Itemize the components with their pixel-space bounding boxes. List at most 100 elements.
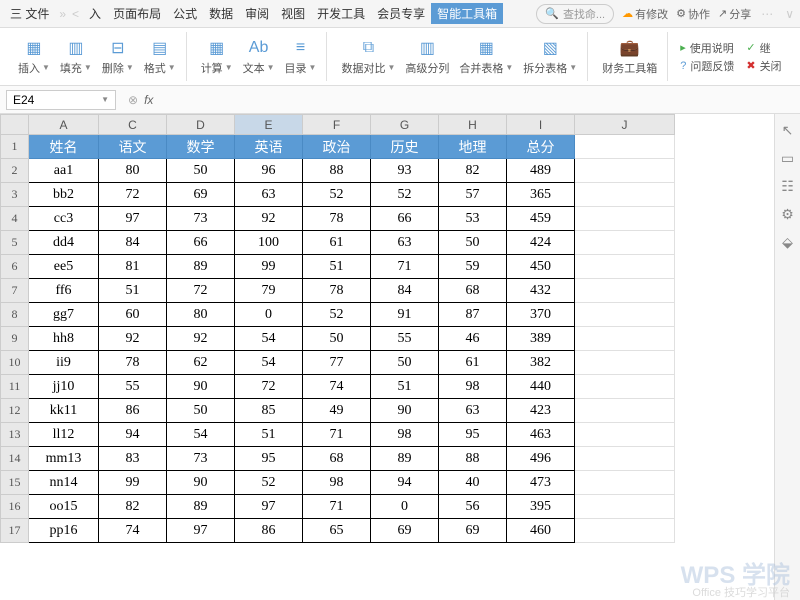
cell[interactable]: 89 (371, 447, 439, 471)
bucket-icon[interactable]: ⬙ (780, 234, 796, 250)
cell[interactable]: 40 (439, 471, 507, 495)
cell[interactable]: 49 (303, 399, 371, 423)
cell[interactable]: 62 (167, 351, 235, 375)
cell[interactable] (575, 423, 675, 447)
cell[interactable]: 96 (235, 159, 303, 183)
row-header[interactable]: 17 (1, 519, 29, 543)
cell[interactable] (575, 303, 675, 327)
cell[interactable] (575, 495, 675, 519)
cell[interactable]: oo15 (29, 495, 99, 519)
cell[interactable]: 91 (371, 303, 439, 327)
cell[interactable]: 52 (303, 183, 371, 207)
cell[interactable]: 历史 (371, 135, 439, 159)
cell[interactable]: 423 (507, 399, 575, 423)
row-header[interactable]: 6 (1, 255, 29, 279)
text-button[interactable]: Ab文本▼ (239, 36, 279, 78)
cell[interactable]: 50 (303, 327, 371, 351)
cell[interactable]: ff6 (29, 279, 99, 303)
cell[interactable]: 389 (507, 327, 575, 351)
cell[interactable] (575, 207, 675, 231)
cell[interactable]: 政治 (303, 135, 371, 159)
cell[interactable]: 51 (235, 423, 303, 447)
cell[interactable]: 365 (507, 183, 575, 207)
cell[interactable]: 60 (99, 303, 167, 327)
cell[interactable] (575, 351, 675, 375)
cell[interactable]: 98 (303, 471, 371, 495)
cell[interactable]: 68 (439, 279, 507, 303)
col-header-G[interactable]: G (371, 115, 439, 135)
cell[interactable]: 81 (99, 255, 167, 279)
feedback-button[interactable]: ?问题反馈 (680, 58, 734, 74)
cell[interactable]: dd4 (29, 231, 99, 255)
cell[interactable]: 63 (235, 183, 303, 207)
cell[interactable] (575, 279, 675, 303)
finance-button[interactable]: 💼财务工具箱 (598, 36, 661, 78)
cell[interactable]: 92 (99, 327, 167, 351)
cell[interactable]: 英语 (235, 135, 303, 159)
cell[interactable]: 50 (167, 399, 235, 423)
row-header[interactable]: 5 (1, 231, 29, 255)
menu-tab-0[interactable]: 入 (83, 3, 107, 24)
cell[interactable]: ii9 (29, 351, 99, 375)
cell[interactable]: 57 (439, 183, 507, 207)
row-header[interactable]: 2 (1, 159, 29, 183)
col-header-D[interactable]: D (167, 115, 235, 135)
cell[interactable]: 86 (235, 519, 303, 543)
row-header[interactable]: 13 (1, 423, 29, 447)
cell[interactable]: 489 (507, 159, 575, 183)
col-header-I[interactable]: I (507, 115, 575, 135)
cell[interactable]: kk11 (29, 399, 99, 423)
row-header[interactable]: 8 (1, 303, 29, 327)
row-header[interactable]: 3 (1, 183, 29, 207)
cell[interactable]: 92 (235, 207, 303, 231)
cell[interactable]: 87 (439, 303, 507, 327)
collab-button[interactable]: ⚙协作 (676, 6, 710, 22)
cell[interactable]: 50 (439, 231, 507, 255)
cell[interactable]: 86 (99, 399, 167, 423)
collapse-icon[interactable]: ∨ (783, 7, 796, 21)
cell[interactable]: 69 (167, 183, 235, 207)
select-all-corner[interactable] (1, 115, 29, 135)
calc-button[interactable]: ▦计算▼ (197, 36, 237, 78)
file-menu[interactable]: 三 文件 (4, 3, 55, 24)
cell[interactable]: 71 (303, 423, 371, 447)
cell[interactable]: 72 (167, 279, 235, 303)
cell[interactable]: 地理 (439, 135, 507, 159)
cell[interactable]: 总分 (507, 135, 575, 159)
cell[interactable]: 95 (235, 447, 303, 471)
cell[interactable]: 97 (235, 495, 303, 519)
cell[interactable] (575, 135, 675, 159)
cell[interactable] (575, 447, 675, 471)
advsplit-button[interactable]: ▥高级分列 (401, 36, 453, 78)
cell[interactable]: 74 (303, 375, 371, 399)
cell[interactable]: 95 (439, 423, 507, 447)
properties-icon[interactable]: ☷ (780, 178, 796, 194)
format-button[interactable]: ▤格式▼ (140, 36, 180, 78)
delete-button[interactable]: ⊟删除▼ (98, 36, 138, 78)
cell[interactable]: 52 (235, 471, 303, 495)
menu-tab-8[interactable]: 智能工具箱 (431, 3, 503, 24)
cell[interactable]: 88 (439, 447, 507, 471)
cell[interactable]: 52 (303, 303, 371, 327)
cell[interactable]: 78 (303, 279, 371, 303)
cell[interactable]: 99 (235, 255, 303, 279)
cell[interactable]: 54 (235, 351, 303, 375)
menu-tab-3[interactable]: 数据 (203, 3, 239, 24)
cell[interactable]: 459 (507, 207, 575, 231)
cell[interactable]: nn14 (29, 471, 99, 495)
cell[interactable] (575, 519, 675, 543)
cell[interactable]: 54 (235, 327, 303, 351)
cell[interactable]: 82 (99, 495, 167, 519)
row-header[interactable]: 4 (1, 207, 29, 231)
menu-tab-2[interactable]: 公式 (167, 3, 203, 24)
cell[interactable]: 463 (507, 423, 575, 447)
cell[interactable]: 77 (303, 351, 371, 375)
cell[interactable]: 432 (507, 279, 575, 303)
cell[interactable]: 46 (439, 327, 507, 351)
cell[interactable]: 姓名 (29, 135, 99, 159)
cell[interactable]: 82 (439, 159, 507, 183)
cell[interactable]: 56 (439, 495, 507, 519)
cell[interactable]: ee5 (29, 255, 99, 279)
cell[interactable]: 50 (371, 351, 439, 375)
cell[interactable]: 73 (167, 207, 235, 231)
